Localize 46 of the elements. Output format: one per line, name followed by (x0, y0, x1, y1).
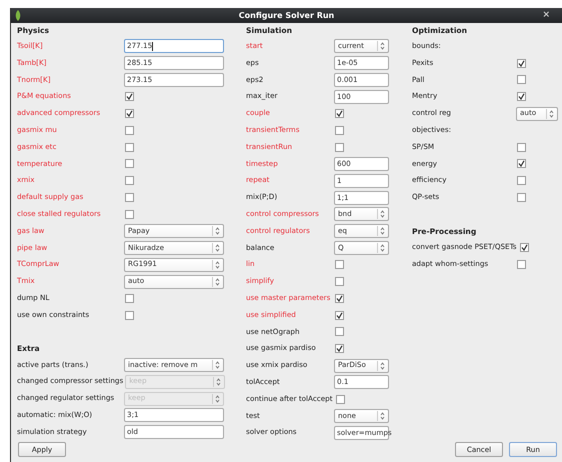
spinner-arrows-icon (549, 110, 554, 118)
checkbox[interactable] (125, 176, 134, 186)
checkbox[interactable] (520, 242, 529, 252)
checkbox[interactable] (335, 142, 344, 152)
checkbox[interactable] (336, 394, 345, 404)
spinner-arrows-icon (380, 412, 385, 420)
checkbox[interactable] (517, 92, 526, 102)
spinner-arrows-icon (215, 244, 220, 252)
checkbox[interactable] (125, 210, 134, 219)
spinner-arrows-icon (380, 227, 385, 236)
checkbox[interactable] (517, 176, 526, 186)
spinner-arrows-icon (380, 362, 385, 370)
checkbox[interactable] (335, 126, 344, 135)
checkbox[interactable] (125, 126, 134, 135)
checkbox[interactable] (335, 294, 344, 303)
spinner-arrows-icon (215, 394, 220, 403)
checkbox[interactable] (335, 344, 344, 354)
spinner-arrows-icon (215, 227, 220, 236)
checkbox[interactable] (125, 92, 134, 102)
checkbox[interactable] (517, 142, 526, 152)
checkbox[interactable] (335, 327, 344, 336)
checkbox[interactable] (125, 159, 134, 168)
close-button[interactable]: × (542, 8, 550, 23)
checkbox[interactable] (517, 260, 526, 269)
checkbox[interactable] (517, 159, 526, 168)
checkbox[interactable] (335, 310, 344, 320)
spinner-arrows-icon (215, 278, 220, 286)
window-title: Configure Solver Run (238, 10, 334, 22)
checkbox[interactable] (517, 193, 526, 202)
checkbox[interactable] (125, 109, 134, 118)
spinner-arrows-icon (216, 378, 222, 386)
checkbox[interactable] (125, 142, 134, 152)
spinner-arrows-icon (215, 260, 220, 269)
checkbox[interactable] (125, 294, 134, 303)
checkbox[interactable] (335, 260, 344, 270)
spinner-arrows-icon (215, 360, 220, 369)
leaf-icon (15, 10, 21, 21)
checkbox[interactable] (125, 193, 134, 202)
spinner-arrows-icon (380, 244, 385, 252)
checkbox[interactable] (517, 58, 526, 68)
checkbox[interactable] (335, 277, 344, 286)
checkbox[interactable] (125, 310, 134, 320)
spinner-arrows-icon (380, 42, 385, 50)
checkbox[interactable] (335, 109, 344, 118)
checkbox[interactable] (517, 75, 526, 84)
spinner-arrows-icon (380, 210, 385, 218)
